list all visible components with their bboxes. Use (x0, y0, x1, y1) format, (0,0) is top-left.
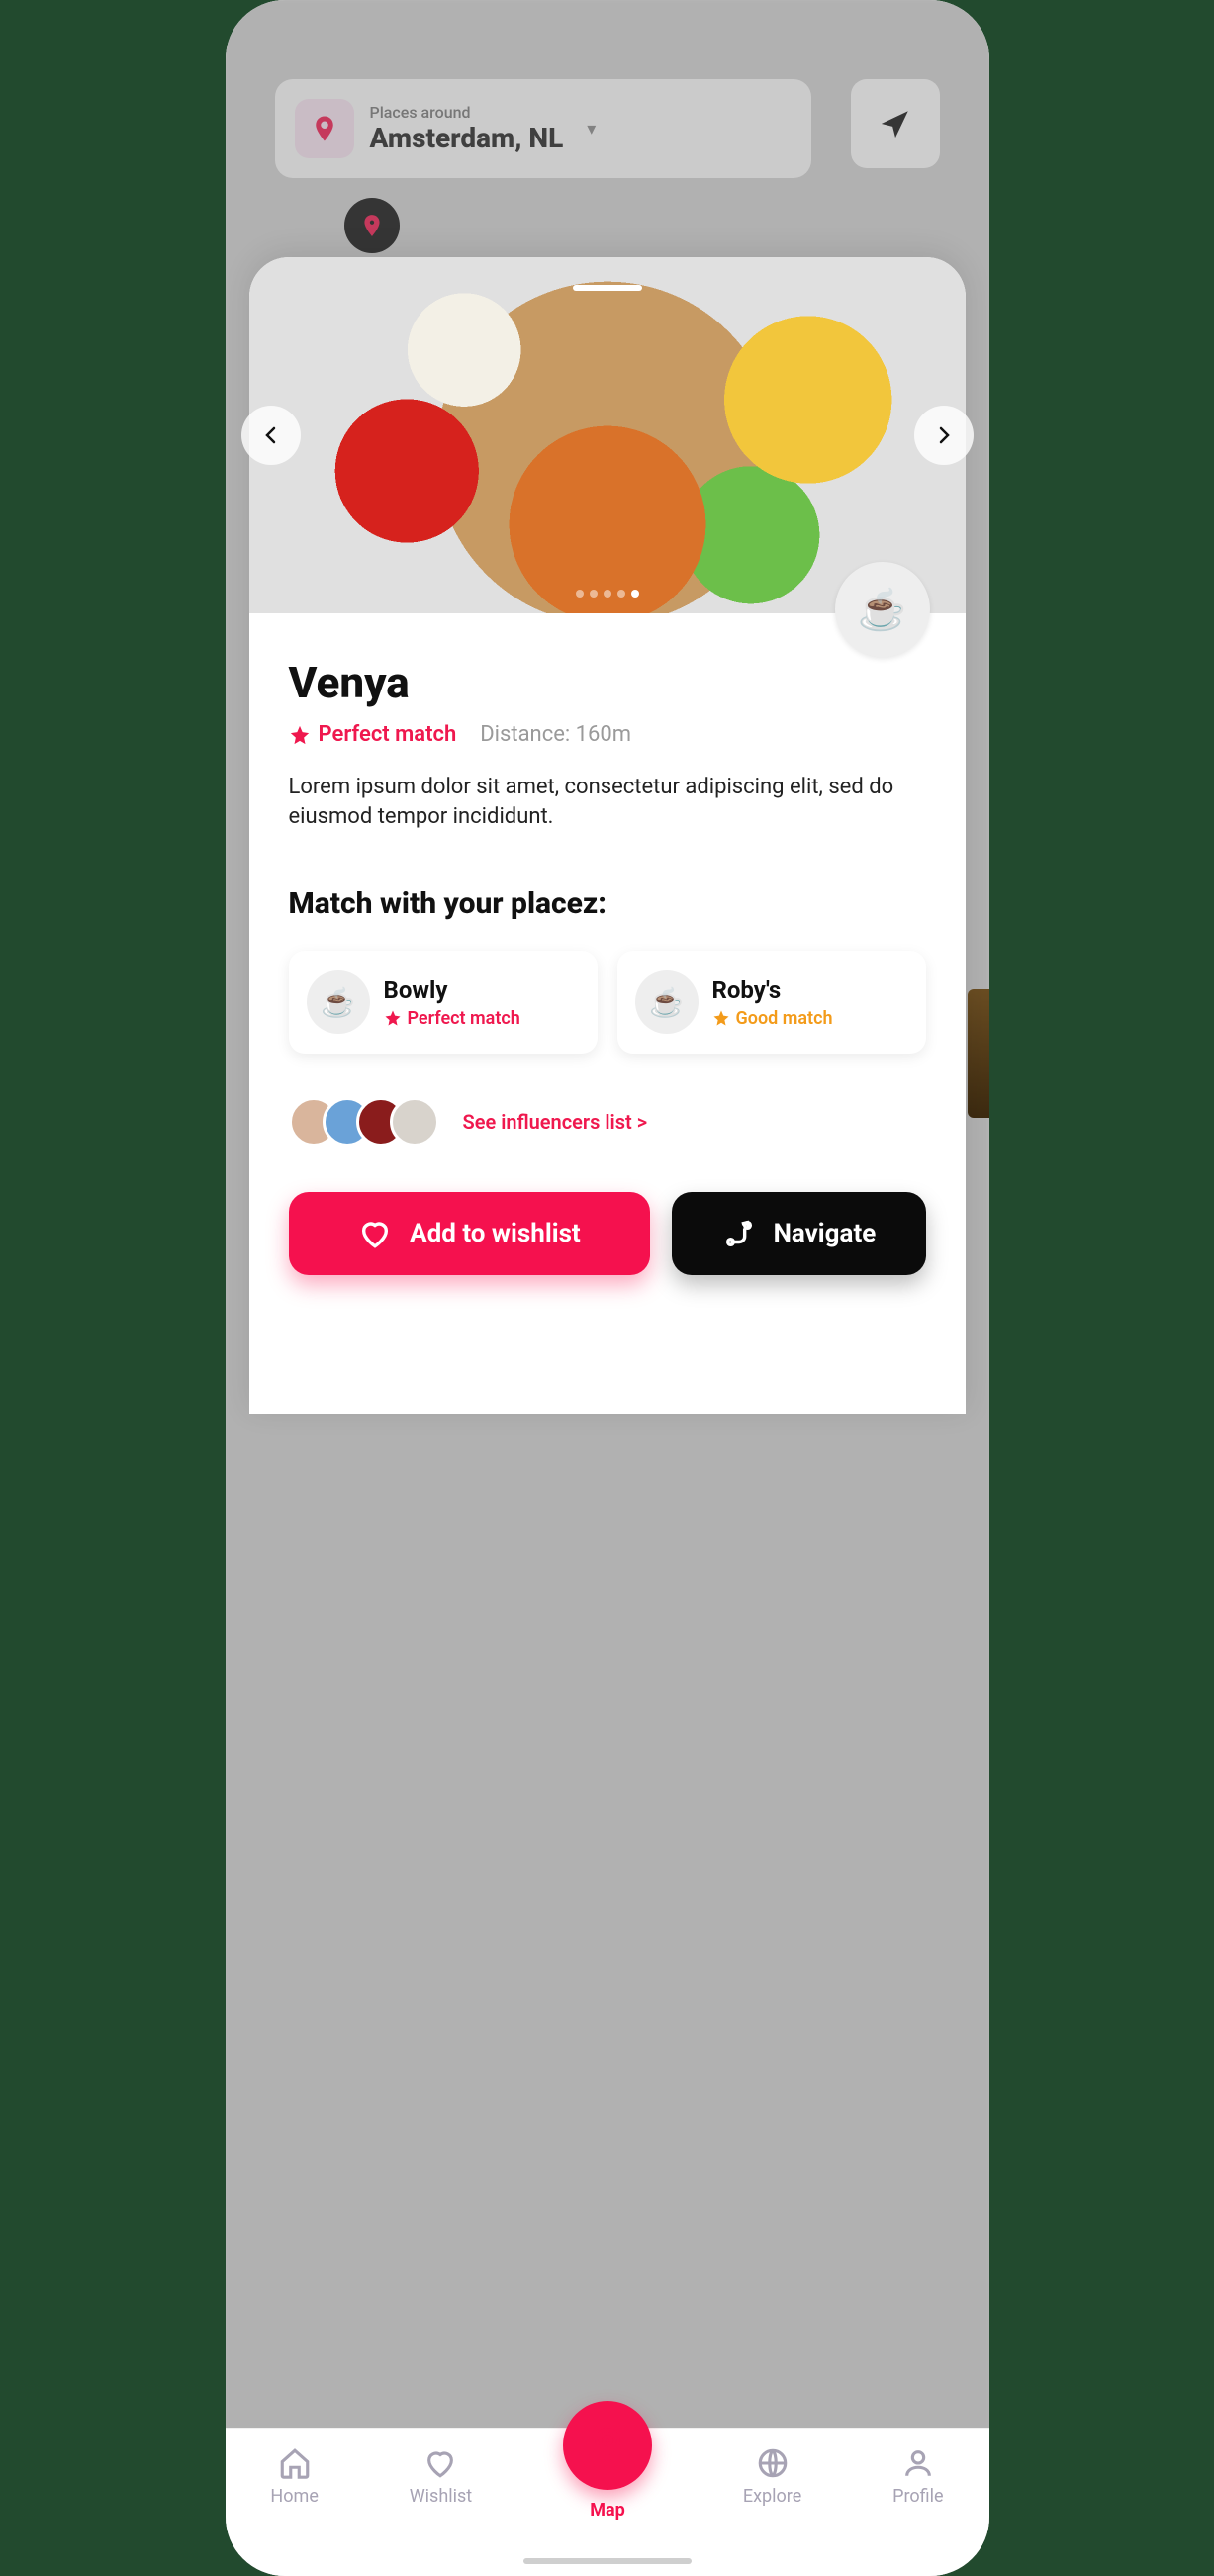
match-name: Roby's (712, 976, 833, 1004)
match-badge: Perfect match (289, 722, 457, 747)
tab-map[interactable]: Map (563, 2446, 652, 2521)
bottom-tab-bar: Home Wishlist Map Explore Profile (226, 2428, 989, 2576)
cup-icon: ☕ (635, 970, 699, 1034)
map-pin-icon (563, 2401, 652, 2490)
tab-label: Home (270, 2486, 318, 2507)
match-quality: Perfect match (384, 1008, 520, 1029)
match-label: Perfect match (319, 722, 457, 747)
sheet-drag-handle[interactable] (573, 285, 642, 291)
carousel-prev-button[interactable] (241, 406, 301, 465)
add-to-wishlist-button[interactable]: Add to wishlist (289, 1192, 651, 1275)
cup-icon: ☕ (307, 970, 370, 1034)
tab-label: Wishlist (410, 2486, 472, 2507)
match-card[interactable]: ☕ Bowly Perfect match (289, 951, 598, 1054)
match-quality: Good match (712, 1008, 833, 1029)
tab-label: Explore (743, 2486, 801, 2507)
navigate-button-label: Navigate (774, 1219, 877, 1248)
carousel-next-button[interactable] (914, 406, 974, 465)
category-badge: ☕ (835, 562, 930, 657)
tab-home[interactable]: Home (270, 2446, 318, 2507)
wishlist-button-label: Add to wishlist (410, 1219, 581, 1248)
carousel-dots[interactable] (576, 590, 639, 598)
tab-wishlist[interactable]: Wishlist (410, 2446, 472, 2507)
distance-label: Distance: 160m (480, 722, 631, 747)
tab-label: Map (590, 2500, 625, 2521)
place-description: Lorem ipsum dolor sit amet, consectetur … (289, 773, 926, 831)
match-name: Bowly (384, 976, 520, 1004)
category-emoji: ☕ (858, 587, 907, 633)
carousel-peek (968, 989, 989, 1118)
influencer-avatars[interactable] (289, 1097, 439, 1147)
tab-profile[interactable]: Profile (892, 2446, 943, 2507)
influencers-link[interactable]: See influencers list > (463, 1110, 648, 1134)
navigate-button[interactable]: Navigate (672, 1192, 925, 1275)
tab-explore[interactable]: Explore (743, 2446, 801, 2507)
match-card[interactable]: ☕ Roby's Good match (617, 951, 926, 1054)
device-frame: Places around Amsterdam, NL ▾ ☕ (226, 0, 989, 2576)
matches-section-title: Match with your placez: (289, 886, 926, 921)
tab-label: Profile (892, 2486, 943, 2507)
avatar (390, 1097, 439, 1147)
home-indicator (523, 2558, 692, 2564)
place-title: Venya (289, 657, 926, 708)
place-hero-image[interactable]: ☕ (249, 257, 966, 613)
place-detail-sheet: ☕ Venya Perfect match Distance: 160m Lor… (249, 257, 966, 1414)
